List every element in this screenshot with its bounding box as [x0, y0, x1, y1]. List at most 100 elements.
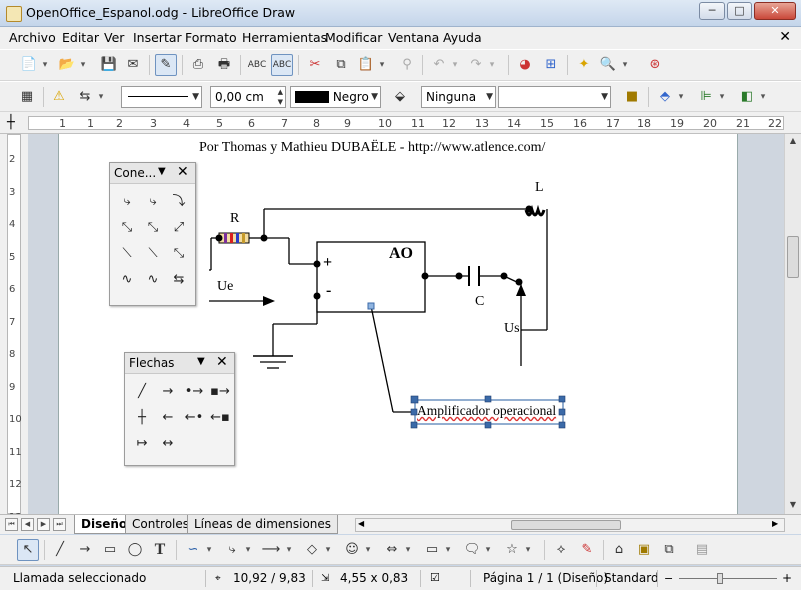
paste-icon[interactable]: 📋: [355, 54, 377, 76]
image-from-file-icon[interactable]: ▣: [633, 539, 655, 561]
save-icon[interactable]: 💾: [98, 54, 120, 76]
paste-dropdown-icon[interactable]: ▾: [377, 54, 387, 76]
arrow-style-dropdown-icon[interactable]: ▾: [96, 86, 106, 108]
line-arrow-circle-icon[interactable]: ←•: [183, 407, 205, 429]
transformations-dropdown-icon[interactable]: ▾: [676, 86, 686, 108]
callout-text[interactable]: Amplificador operacional: [417, 403, 556, 419]
zoom-out-icon[interactable]: −: [664, 572, 673, 585]
close-icon[interactable]: ✕: [216, 354, 228, 370]
align-icon[interactable]: ⊫: [695, 86, 717, 108]
close-document-icon[interactable]: ✕: [779, 29, 791, 45]
redo-icon[interactable]: ↷: [465, 54, 487, 76]
connector-standard-ends-arrow-icon[interactable]: ⤵: [168, 191, 190, 213]
copy-icon[interactable]: ⧉: [330, 54, 352, 76]
scroll-right-icon[interactable]: ▶: [772, 519, 778, 528]
curve-tool-icon[interactable]: ∽: [182, 539, 204, 561]
vertical-ruler[interactable]: 2345678910111213: [0, 134, 28, 523]
area-style-select[interactable]: Ninguna ▼: [421, 86, 496, 108]
dimension-line-icon[interactable]: ┼: [131, 407, 153, 429]
connector-line-icon[interactable]: ⤡: [116, 217, 138, 239]
connectors-toolbar-header[interactable]: Cone... ▼ ✕: [110, 163, 195, 184]
vertical-scrollbar[interactable]: ▲ ▼: [784, 134, 801, 514]
scroll-thumb[interactable]: [787, 236, 799, 278]
new-dropdown-icon[interactable]: ▾: [40, 54, 50, 76]
rectangle-tool-icon[interactable]: ▭: [99, 539, 121, 561]
menu-modificar[interactable]: Modificar: [325, 30, 382, 45]
area-icon[interactable]: ⬙: [389, 86, 411, 108]
align-dropdown-icon[interactable]: ▾: [717, 86, 727, 108]
connector-standard-icon[interactable]: ⤷: [116, 191, 138, 213]
edit-mode-icon[interactable]: ✎: [155, 54, 177, 76]
spin-icon[interactable]: ▲ ▼: [278, 87, 283, 107]
zoom-icon[interactable]: 🔍: [597, 54, 619, 76]
maximize-button[interactable]: □: [727, 2, 752, 20]
line-arrows-both-icon[interactable]: ↔: [157, 433, 179, 455]
object-properties-icon[interactable]: ▦: [16, 86, 38, 108]
new-document-icon[interactable]: 📄: [18, 54, 40, 76]
menu-ayuda[interactable]: Ayuda: [443, 30, 482, 45]
clone-formatting-icon[interactable]: ⚲: [396, 54, 418, 76]
flowchart-icon[interactable]: ▭: [421, 539, 443, 561]
menu-herramientas[interactable]: Herramientas: [242, 30, 327, 45]
horizontal-scrollbar[interactable]: ◀ ▶: [355, 518, 785, 532]
line-square-arrow-icon[interactable]: ▪→: [209, 381, 231, 403]
cut-icon[interactable]: ✂: [304, 54, 326, 76]
menu-ventana[interactable]: Ventana: [388, 30, 439, 45]
symbol-shapes-icon[interactable]: ☺: [341, 539, 363, 561]
connector-curved-arrow-icon[interactable]: ∿: [142, 269, 164, 291]
line-arrow-tool-icon[interactable]: →: [74, 539, 96, 561]
horizontal-scroll-thumb[interactable]: [511, 520, 621, 530]
connector-straight-icon[interactable]: ⟍: [116, 243, 138, 265]
help-icon[interactable]: ⊛: [644, 54, 666, 76]
ellipse-tool-icon[interactable]: ◯: [124, 539, 146, 561]
dimension-line-arrows-icon[interactable]: ↦: [131, 433, 153, 455]
zoom-slider-thumb[interactable]: [717, 573, 723, 584]
spellcheck-icon[interactable]: ABC: [246, 54, 268, 76]
redo-dropdown-icon[interactable]: ▾: [487, 54, 497, 76]
area-value-select[interactable]: ▼: [498, 86, 611, 108]
open-dropdown-icon[interactable]: ▾: [78, 54, 88, 76]
line-circle-arrow-icon[interactable]: •→: [183, 381, 205, 403]
scroll-down-icon[interactable]: ▼: [787, 500, 799, 509]
arrow-lines-dropdown-icon[interactable]: ▾: [284, 539, 294, 561]
toolbar-menu-icon[interactable]: ▼: [197, 356, 205, 367]
block-arrows-dropdown-icon[interactable]: ▾: [403, 539, 413, 561]
document-modified-icon[interactable]: ☑: [430, 571, 440, 584]
callouts-dropdown-icon[interactable]: ▾: [483, 539, 493, 561]
next-tab-icon[interactable]: ▶: [37, 518, 50, 531]
glue-points-icon[interactable]: ✎: [576, 539, 598, 561]
prev-tab-icon[interactable]: ◀: [21, 518, 34, 531]
connector-straight-ends-arrow-icon[interactable]: ⤡: [168, 243, 190, 265]
line-ends-arrow-icon[interactable]: →: [157, 381, 179, 403]
undo-dropdown-icon[interactable]: ▾: [450, 54, 460, 76]
chart-icon[interactable]: ◕: [514, 54, 536, 76]
menu-editar[interactable]: Editar: [62, 30, 99, 45]
points-icon[interactable]: ⟡: [550, 539, 572, 561]
gallery-icon[interactable]: ✦: [573, 54, 595, 76]
connector-line-ends-arrow-icon[interactable]: ⤢: [168, 217, 190, 239]
page-style[interactable]: Standard: [604, 571, 659, 585]
arrow-style-icon[interactable]: ⇆: [74, 86, 96, 108]
line-tool-icon[interactable]: ╱: [49, 539, 71, 561]
zoom-in-icon[interactable]: +: [782, 571, 792, 585]
horizontal-ruler[interactable]: ┼ 1 1 2 3 4 5 6 7 8 9 10 11 12 13 14 15 16 17 18 19 20 21 22: [0, 112, 801, 134]
connector-straight-arrow-icon[interactable]: ⟍: [142, 243, 164, 265]
stars-icon[interactable]: ☆: [501, 539, 523, 561]
tab-lineas-dimensiones[interactable]: Líneas de dimensiones: [187, 515, 339, 534]
arrange-dropdown-icon[interactable]: ▾: [758, 86, 768, 108]
basic-shapes-icon[interactable]: ◇: [301, 539, 323, 561]
connector-curved-icon[interactable]: ∿: [116, 269, 138, 291]
connector-line-arrow-icon[interactable]: ⤡: [142, 217, 164, 239]
export-pdf-icon[interactable]: ⎙: [187, 54, 209, 76]
line-icon[interactable]: ⚠: [48, 86, 70, 108]
scroll-left-icon[interactable]: ◀: [358, 519, 364, 528]
line-width-field[interactable]: 0,00 cm ▲ ▼: [210, 86, 286, 108]
close-button[interactable]: ✕: [754, 2, 796, 20]
block-arrows-icon[interactable]: ⇔: [381, 539, 403, 561]
print-icon[interactable]: 🖶: [213, 54, 235, 76]
line-starts-arrow-icon[interactable]: ←: [157, 407, 179, 429]
basic-shapes-dropdown-icon[interactable]: ▾: [323, 539, 333, 561]
tab-controles[interactable]: Controles: [125, 515, 197, 534]
symbol-shapes-dropdown-icon[interactable]: ▾: [363, 539, 373, 561]
line-icon[interactable]: ╱: [131, 381, 153, 403]
